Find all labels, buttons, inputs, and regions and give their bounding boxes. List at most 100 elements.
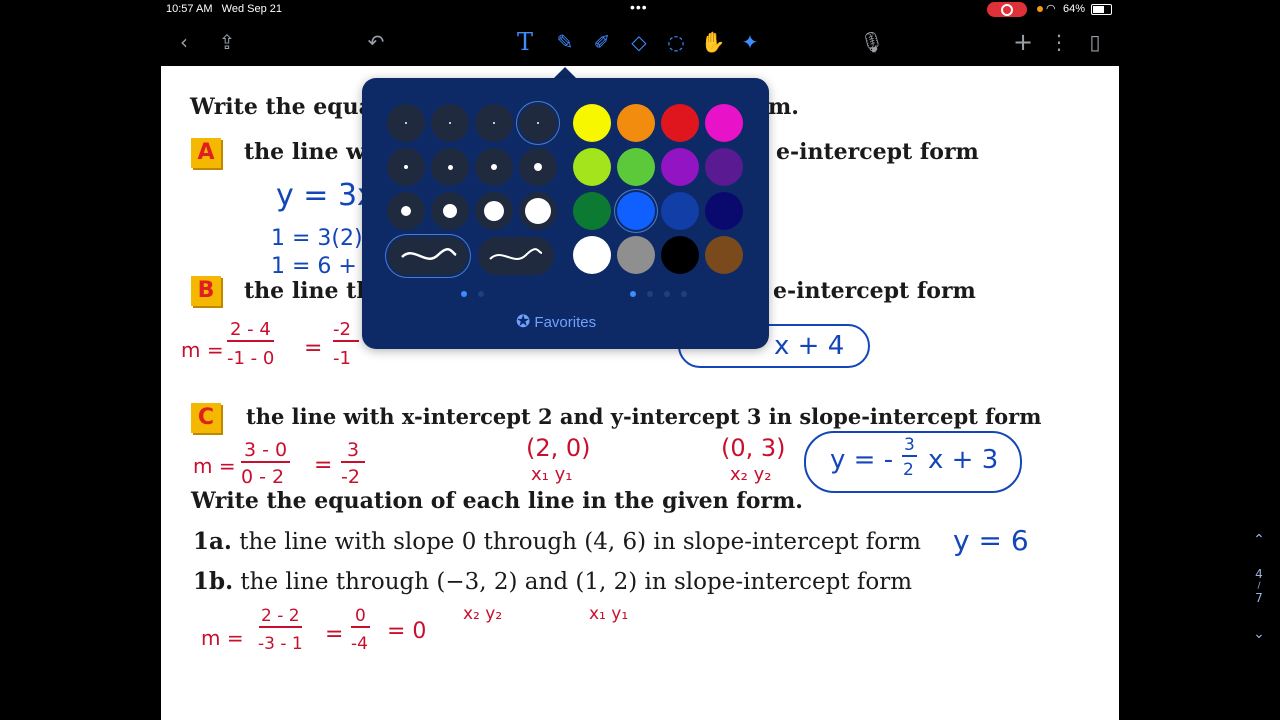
screen-record-icon[interactable] <box>987 2 1027 17</box>
badge-b: B <box>191 276 221 306</box>
hw-1b-num2: 0 <box>351 606 370 628</box>
color-swatch[interactable] <box>705 148 743 186</box>
battery-icon <box>1091 4 1112 15</box>
more-icon[interactable]: ⋮ <box>1046 29 1072 55</box>
scroll-up-icon[interactable]: ⌃ <box>1249 532 1269 548</box>
hw-c-point1-labels: x₁ y₁ <box>531 464 573 485</box>
thickness-dot <box>537 122 539 124</box>
share-icon[interactable]: ⇪ <box>214 29 240 55</box>
thickness-dot <box>534 163 542 171</box>
hw-1b-eq: = <box>325 622 344 647</box>
pen-icon[interactable]: ✎ <box>552 29 578 55</box>
thickness-dot <box>525 198 551 224</box>
hw-c-ans-num: 3 <box>902 435 917 457</box>
color-page-dot[interactable] <box>681 291 687 297</box>
wifi-icon: ◠ <box>1046 3 1056 15</box>
thickness-dot <box>491 164 497 170</box>
color-swatch[interactable] <box>661 236 699 274</box>
laser-icon[interactable]: ✦ <box>737 29 763 55</box>
hw-1b-num: 2 - 2 <box>259 606 302 628</box>
multitask-dots[interactable]: ••• <box>630 0 648 15</box>
element-icon[interactable]: ✋ <box>700 29 726 55</box>
color-swatch[interactable] <box>705 192 743 230</box>
question-a-end: e-intercept form <box>776 139 979 165</box>
color-swatch[interactable] <box>573 192 611 230</box>
question-b-end: e-intercept form <box>773 278 976 304</box>
color-swatch[interactable] <box>705 236 743 274</box>
section-header-2: Write the equation of each line in the g… <box>191 488 803 514</box>
thickness-dot <box>443 204 457 218</box>
color-swatch[interactable] <box>661 104 699 142</box>
hw-c-den: 0 - 2 <box>241 466 285 488</box>
hw-1b-labels1: x₂ y₂ <box>463 604 503 624</box>
thickness-dot <box>401 206 411 216</box>
hw-1b-den: -3 - 1 <box>258 634 303 654</box>
text-tool-icon[interactable]: T <box>512 29 538 55</box>
color-swatch[interactable] <box>617 104 655 142</box>
hw-c-point2-labels: x₂ y₂ <box>730 464 772 485</box>
color-page-dot[interactable] <box>630 291 636 297</box>
lasso-icon[interactable]: ◌ <box>663 29 689 55</box>
hw-c-eq: = <box>314 453 333 478</box>
back-icon[interactable]: ‹ <box>171 29 197 55</box>
hw-a-line3: 1 = 6 + <box>271 254 357 279</box>
question-1b: 1b. the line through (−3, 2) and (1, 2) … <box>193 568 913 595</box>
thickness-dot <box>493 122 495 124</box>
hw-1b-m: m = <box>201 626 244 650</box>
hw-c-m: m = <box>193 454 236 478</box>
hw-1b-result: = 0 <box>387 619 427 644</box>
highlighter-icon[interactable]: ✐ <box>589 29 615 55</box>
color-swatch[interactable] <box>661 192 699 230</box>
color-swatch[interactable] <box>617 192 655 230</box>
thickness-page-dot[interactable] <box>478 291 484 297</box>
color-swatch[interactable] <box>573 148 611 186</box>
hw-b-eq: = <box>304 336 323 361</box>
badge-a: A <box>191 138 221 168</box>
pen-style-ballpoint[interactable] <box>478 237 554 275</box>
battery-percent: 64% <box>1063 3 1086 15</box>
hw-c-point2: (0, 3) <box>721 434 786 462</box>
color-swatch[interactable] <box>661 148 699 186</box>
color-swatch[interactable] <box>573 104 611 142</box>
question-a-start: the line w <box>244 139 366 165</box>
hw-a-line1: y = 3x <box>276 178 375 213</box>
hw-c-num: 3 - 0 <box>241 439 291 463</box>
hw-b-den: -1 - 0 <box>227 348 275 369</box>
scroll-down-icon[interactable]: ⌄ <box>1249 626 1269 642</box>
undo-icon[interactable]: ↶ <box>363 29 389 55</box>
thickness-page-dot[interactable] <box>461 291 467 297</box>
hw-c-point1: (2, 0) <box>526 434 591 462</box>
hw-c-answer: y = - 3 2 x + 3 <box>804 431 1022 493</box>
color-swatch[interactable] <box>705 104 743 142</box>
app-toolbar: ‹ ⇪ ↶ T ✎ ✐ ◇ ◌ ✋ ✦ 🎙 + ⋮ ▯ <box>0 20 1280 66</box>
color-swatch[interactable] <box>617 236 655 274</box>
pages-icon[interactable]: ▯ <box>1082 29 1108 55</box>
hw-1a-answer: y = 6 <box>953 524 1029 557</box>
section-header-1-end: m. <box>768 94 799 120</box>
color-swatch[interactable] <box>617 148 655 186</box>
hw-1b-labels2: x₁ y₁ <box>589 604 629 624</box>
color-page-dot[interactable] <box>664 291 670 297</box>
color-swatch[interactable] <box>573 236 611 274</box>
thickness-dot <box>448 165 453 170</box>
hw-c-den2: -2 <box>341 466 360 488</box>
hw-b-den2: -1 <box>333 348 351 369</box>
hw-a-line2: 1 = 3(2) <box>271 226 363 251</box>
hw-c-ans-den: 2 <box>903 460 914 480</box>
add-icon[interactable]: + <box>1010 29 1036 55</box>
eraser-icon[interactable]: ◇ <box>626 29 652 55</box>
thickness-dot <box>404 165 408 169</box>
star-icon: ✪ <box>516 312 531 331</box>
color-page-dot[interactable] <box>647 291 653 297</box>
fountain-stroke-icon <box>401 247 457 260</box>
hw-b-num2: -2 <box>333 319 359 342</box>
ballpoint-stroke-icon <box>489 248 543 260</box>
hw-b-m: m = <box>181 338 224 362</box>
hw-c-ans-left: y = - <box>830 445 894 475</box>
favorites-button[interactable]: ✪ Favorites <box>516 312 596 332</box>
status-time: 10:57 AM Wed Sep 21 <box>166 3 282 15</box>
mic-icon[interactable]: 🎙 <box>859 29 885 55</box>
pen-style-fountain[interactable] <box>388 237 468 275</box>
section-header-1: Write the equa <box>190 94 373 120</box>
mic-indicator-icon <box>1037 6 1043 12</box>
